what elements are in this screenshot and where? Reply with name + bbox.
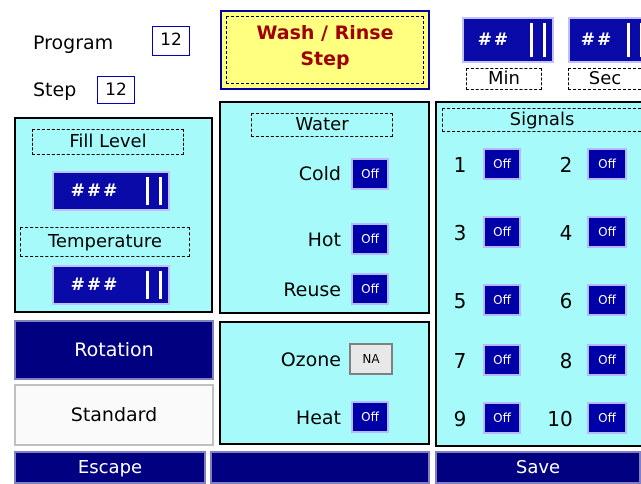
signal-number: 10 xyxy=(547,407,573,431)
ozone-label: Ozone xyxy=(280,349,341,371)
water-title: Water xyxy=(251,113,393,137)
field-bars-icon xyxy=(530,23,546,57)
fill-level-label: Fill Level xyxy=(32,129,184,155)
temperature-value: ### xyxy=(70,275,120,295)
field-bars-icon xyxy=(627,23,641,57)
hot-toggle[interactable]: Off xyxy=(351,223,389,255)
signal-toggle[interactable]: Off xyxy=(587,402,627,434)
seconds-field[interactable]: ## xyxy=(568,17,641,63)
fill-level-field[interactable]: ### xyxy=(52,171,170,211)
temperature-field[interactable]: ### xyxy=(52,265,170,305)
cold-label: Cold xyxy=(298,163,341,185)
signal-number: 9 xyxy=(453,407,467,431)
water-panel: Water Cold Off Hot Off Reuse Off xyxy=(219,101,430,314)
hot-label: Hot xyxy=(307,229,341,251)
signal-number: 8 xyxy=(559,349,573,373)
heat-label: Heat xyxy=(295,407,341,429)
reuse-label: Reuse xyxy=(283,279,341,301)
signals-panel: Signals 1 Off 2 Off 3 Off 4 Off 5 Off 6 … xyxy=(435,101,641,447)
signal-toggle[interactable]: Off xyxy=(483,402,521,434)
minutes-field[interactable]: ## xyxy=(462,17,554,63)
standard-button[interactable]: Standard xyxy=(14,384,214,446)
escape-button[interactable]: Escape xyxy=(14,451,206,484)
signal-toggle[interactable]: Off xyxy=(483,284,521,316)
ozone-toggle[interactable]: NA xyxy=(349,343,393,375)
fill-level-value: ### xyxy=(70,181,120,201)
rotation-button[interactable]: Rotation xyxy=(14,320,214,380)
program-value[interactable]: 12 xyxy=(152,26,190,56)
heat-toggle[interactable]: Off xyxy=(351,401,389,433)
program-label: Program xyxy=(33,32,114,54)
signal-toggle[interactable]: Off xyxy=(587,148,627,180)
signal-number: 5 xyxy=(453,289,467,313)
seconds-label: Sec xyxy=(568,68,641,90)
seconds-value: ## xyxy=(580,30,614,50)
field-bars-icon xyxy=(146,271,162,299)
signal-toggle[interactable]: Off xyxy=(587,216,627,248)
step-title-line1: Wash / Rinse xyxy=(256,22,394,44)
step-label: Step xyxy=(33,79,77,101)
step-title-line2: Step xyxy=(300,48,350,70)
step-title-box: Wash / Rinse Step xyxy=(220,10,430,90)
cold-toggle[interactable]: Off xyxy=(351,158,389,190)
minutes-label: Min xyxy=(466,68,542,90)
footer-middle-bar xyxy=(210,451,430,484)
minutes-value: ## xyxy=(477,30,511,50)
signal-number: 2 xyxy=(559,153,573,177)
signal-toggle[interactable]: Off xyxy=(483,344,521,376)
field-bars-icon xyxy=(146,177,162,205)
signal-toggle[interactable]: Off xyxy=(587,284,627,316)
extras-panel: Ozone NA Heat Off xyxy=(219,321,430,445)
signal-number: 1 xyxy=(453,153,467,177)
step-value[interactable]: 12 xyxy=(97,76,135,104)
reuse-toggle[interactable]: Off xyxy=(351,273,389,305)
signal-toggle[interactable]: Off xyxy=(483,148,521,180)
signal-number: 4 xyxy=(559,221,573,245)
signals-title: Signals xyxy=(442,108,641,132)
signal-toggle[interactable]: Off xyxy=(483,216,521,248)
signal-toggle[interactable]: Off xyxy=(587,344,627,376)
signal-number: 7 xyxy=(453,349,467,373)
save-button[interactable]: Save xyxy=(435,451,641,484)
temperature-label: Temperature xyxy=(20,227,190,257)
fill-panel: Fill Level ### Temperature ### xyxy=(14,117,213,313)
signal-number: 6 xyxy=(559,289,573,313)
signal-number: 3 xyxy=(453,221,467,245)
